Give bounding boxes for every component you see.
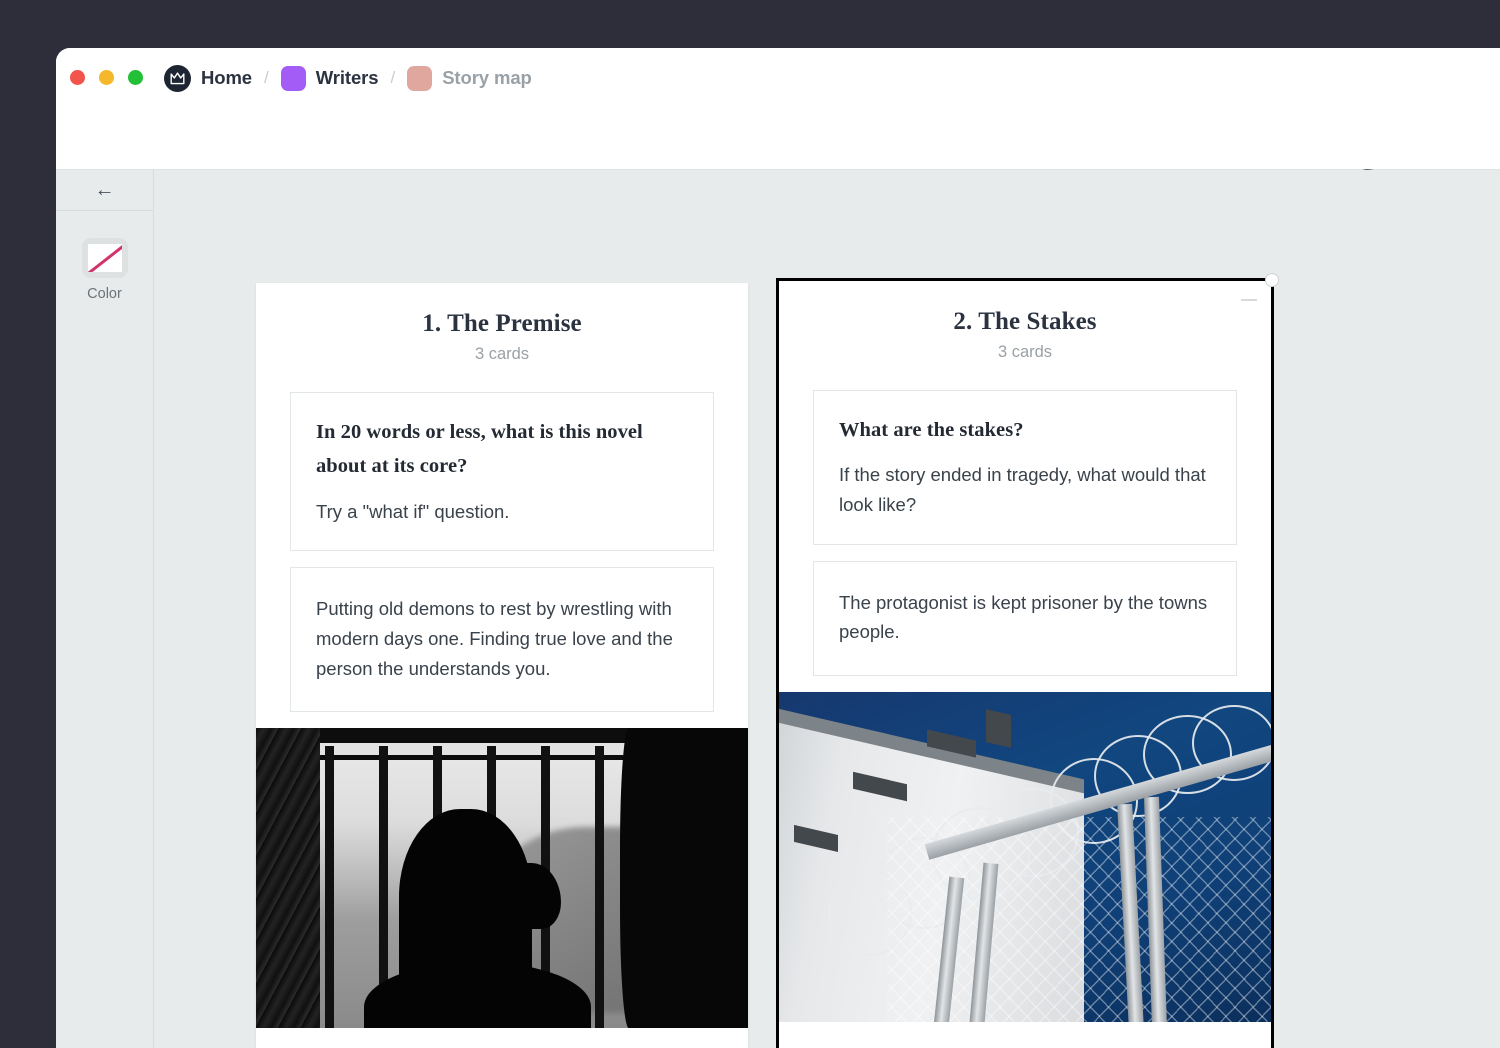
note-card-body: If the story ended in tragedy, what woul… (839, 460, 1211, 519)
column-header: 1. The Premise 3 cards (256, 283, 748, 364)
tool-sidebar: ← Color (56, 170, 154, 1048)
breadcrumb-separator: / (263, 68, 270, 88)
note-card-title: What are the stakes? (839, 413, 1211, 447)
purple-swatch-icon (281, 66, 306, 91)
breadcrumb: Home / Writers / Story map (164, 64, 532, 92)
image-card[interactable] (779, 692, 1271, 1022)
note-card-body: The protagonist is kept prisoner by the … (839, 588, 1211, 647)
column-header: 2. The Stakes 3 cards (779, 281, 1271, 362)
column-card-count: 3 cards (256, 345, 748, 364)
breadcrumb-item-writers[interactable]: Writers (281, 66, 379, 91)
app-window: Home / Writers / Story map Story ma (56, 48, 1500, 1048)
board-column[interactable]: 1. The Premise 3 cards In 20 words or le… (256, 283, 748, 1048)
minimize-window-button[interactable] (99, 70, 114, 85)
note-card-body: Try a "what if" question. (316, 497, 688, 527)
image-card[interactable] (256, 728, 748, 1028)
back-button[interactable]: ← (56, 170, 153, 211)
resize-handle-icon[interactable] (1265, 273, 1279, 287)
sidebar-item-color[interactable]: Color (56, 238, 153, 302)
breadcrumb-label-home: Home (201, 67, 252, 89)
column-card-count: 3 cards (779, 343, 1271, 362)
note-card[interactable]: In 20 words or less, what is this novel … (290, 392, 714, 551)
sidebar-item-label: Color (87, 286, 122, 302)
note-card[interactable]: Putting old demons to rest by wrestling … (290, 567, 714, 712)
note-card[interactable]: What are the stakes? If the story ended … (813, 390, 1237, 545)
minimize-icon[interactable] (1241, 299, 1257, 301)
breadcrumb-item-story-map[interactable]: Story map (407, 66, 532, 91)
note-card[interactable]: The protagonist is kept prisoner by the … (813, 561, 1237, 676)
breadcrumb-item-home[interactable]: Home (164, 65, 252, 92)
column-title: 1. The Premise (256, 310, 748, 338)
board-canvas[interactable]: 1. The Premise 3 cards In 20 words or le… (155, 170, 1500, 1048)
app-logo-icon (164, 65, 191, 92)
note-card-body: Putting old demons to rest by wrestling … (316, 594, 688, 683)
window-titlebar: Home / Writers / Story map Story ma (56, 48, 1500, 170)
window-controls[interactable] (70, 70, 143, 85)
note-card-title: In 20 words or less, what is this novel … (316, 415, 688, 484)
arrow-left-icon: ← (95, 180, 115, 200)
maximize-window-button[interactable] (128, 70, 143, 85)
color-swatch-icon[interactable] (82, 238, 128, 278)
desktop-background: Home / Writers / Story map Story ma (0, 0, 1500, 1000)
app-body: ← Color 1. The Premise 3 cards (56, 170, 1500, 1048)
close-window-button[interactable] (70, 70, 85, 85)
breadcrumb-label-writers: Writers (316, 67, 379, 89)
column-title: 2. The Stakes (779, 308, 1271, 336)
breadcrumb-label-story-map: Story map (442, 67, 532, 89)
breadcrumb-separator: / (389, 68, 396, 88)
board-column-selected[interactable]: 2. The Stakes 3 cards What are the stake… (776, 278, 1274, 1048)
column-card-list: What are the stakes? If the story ended … (779, 390, 1271, 1022)
rose-swatch-icon (407, 66, 432, 91)
column-card-list: In 20 words or less, what is this novel … (256, 392, 748, 1028)
